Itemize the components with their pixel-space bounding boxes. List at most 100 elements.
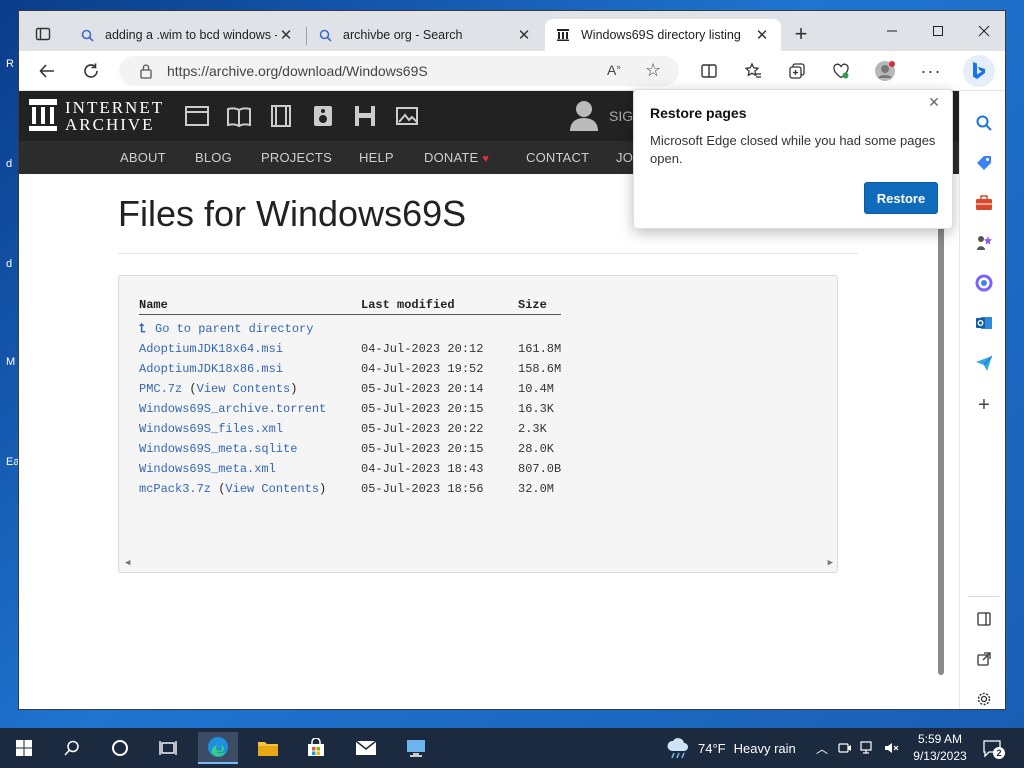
close-tab-icon[interactable]: ✕ xyxy=(515,26,533,44)
nav-help[interactable]: HELP xyxy=(359,150,394,165)
volume-muted-icon[interactable] xyxy=(884,741,900,755)
tab-actions-button[interactable] xyxy=(27,22,59,46)
desktop-icon-label[interactable]: M xyxy=(6,356,15,368)
mail-button[interactable] xyxy=(346,732,386,764)
shopping-tag-icon[interactable] xyxy=(972,151,996,175)
chevron-up-icon[interactable]: ︿ xyxy=(816,740,828,757)
edge-taskbar-button[interactable] xyxy=(198,732,238,764)
minimize-icon xyxy=(887,30,897,32)
file-modified: 05-Jul-2023 20:15 xyxy=(361,442,484,456)
tab-archive-search[interactable]: archivbe org - Search ✕ xyxy=(307,19,543,51)
sidebar-settings-gear-icon[interactable] xyxy=(972,687,996,709)
desktop-icon-label[interactable]: d xyxy=(6,258,12,270)
audio-icon[interactable] xyxy=(311,105,335,127)
read-aloud-icon[interactable]: A» xyxy=(607,62,621,78)
nav-jobs[interactable]: JO xyxy=(616,150,633,165)
collections-button[interactable] xyxy=(783,57,811,85)
weather-widget[interactable]: 74°F Heavy rain xyxy=(666,728,796,768)
send-icon[interactable] xyxy=(972,351,996,375)
nav-projects[interactable]: PROJECTS xyxy=(261,150,332,165)
view-contents-link[interactable]: View Contents xyxy=(225,482,319,496)
file-link[interactable]: AdoptiumJDK18x64.msi xyxy=(139,342,283,356)
settings-more-button[interactable]: ··· xyxy=(917,57,945,85)
column-header-name[interactable]: Name xyxy=(139,298,168,312)
user-icon[interactable] xyxy=(569,99,599,131)
file-link[interactable]: PMC.7z xyxy=(139,382,182,396)
back-button[interactable] xyxy=(33,57,61,85)
rain-cloud-icon xyxy=(667,738,688,759)
address-bar[interactable]: https://archive.org/download/Windows69S … xyxy=(119,56,679,86)
vertical-scrollbar[interactable]: ▼ xyxy=(937,191,945,709)
close-tab-icon[interactable]: ✕ xyxy=(753,26,771,44)
close-tab-icon[interactable]: ✕ xyxy=(277,26,295,44)
notification-center-button[interactable]: 2 xyxy=(982,738,1005,759)
view-contents-link[interactable]: View Contents xyxy=(197,382,291,396)
web-icon[interactable] xyxy=(185,105,209,127)
column-header-modified[interactable]: Last modified xyxy=(361,298,455,312)
sidebar-layout-icon[interactable] xyxy=(972,607,996,631)
split-screen-button[interactable] xyxy=(695,57,723,85)
header-rule xyxy=(139,314,561,315)
ia-wordmark[interactable]: INTERNET ARCHIVE xyxy=(65,99,164,133)
file-link[interactable]: Windows69S_archive.torrent xyxy=(139,402,326,416)
file-link[interactable]: AdoptiumJDK18x86.msi xyxy=(139,362,283,376)
microsoft-365-icon[interactable] xyxy=(972,271,996,295)
parent-directory-link[interactable]: ⮤ Go to parent directory xyxy=(139,322,313,336)
nav-about[interactable]: ABOUT xyxy=(120,150,166,165)
nav-contact[interactable]: CONTACT xyxy=(526,150,589,165)
favorites-button[interactable] xyxy=(739,57,767,85)
games-icon[interactable] xyxy=(972,231,996,255)
nav-blog[interactable]: BLOG xyxy=(195,150,232,165)
file-link[interactable]: Windows69S_files.xml xyxy=(139,422,283,436)
desktop-icon-label[interactable]: d xyxy=(6,158,12,170)
new-tab-button[interactable]: + xyxy=(789,23,813,47)
cortana-button[interactable] xyxy=(100,732,140,764)
texts-icon[interactable] xyxy=(227,105,251,127)
maximize-button[interactable] xyxy=(915,11,961,51)
minimize-button[interactable] xyxy=(869,11,915,51)
store-button[interactable] xyxy=(296,732,336,764)
search-button[interactable] xyxy=(52,732,92,764)
divider xyxy=(118,253,858,254)
remote-desktop-button[interactable] xyxy=(396,732,436,764)
meet-now-icon[interactable] xyxy=(838,741,852,755)
bing-chat-button[interactable] xyxy=(963,55,995,87)
nav-donate[interactable]: DONATE ♥ xyxy=(424,150,489,165)
restore-button[interactable]: Restore xyxy=(864,182,938,214)
profile-button[interactable] xyxy=(871,57,899,85)
network-icon[interactable] xyxy=(860,741,876,755)
file-link[interactable]: mcPack3.7z xyxy=(139,482,211,496)
clock[interactable]: 5:59 AM 9/13/2023 xyxy=(908,731,972,765)
file-link[interactable]: Windows69S_meta.xml xyxy=(139,462,276,476)
file-link[interactable]: Windows69S_meta.sqlite xyxy=(139,442,297,456)
open-external-icon[interactable] xyxy=(972,647,996,671)
close-window-button[interactable] xyxy=(961,11,1005,51)
column-header-size[interactable]: Size xyxy=(518,298,547,312)
outlook-icon[interactable] xyxy=(972,311,996,335)
file-row: Windows69S_files.xml 05-Jul-2023 20:22 2… xyxy=(139,422,819,438)
favorite-star-icon[interactable]: ☆ xyxy=(645,60,661,81)
scrollbar-thumb[interactable] xyxy=(938,191,944,675)
scroll-left-icon[interactable]: ◀ xyxy=(125,558,130,568)
file-size: 10.4M xyxy=(518,382,555,396)
horizontal-scrollbar[interactable]: ◀ ▶ xyxy=(125,558,833,570)
images-icon[interactable] xyxy=(395,105,419,127)
file-row: AdoptiumJDK18x86.msi 04-Jul-2023 19:52 1… xyxy=(139,362,819,378)
task-view-button[interactable] xyxy=(148,732,188,764)
close-dialog-icon[interactable]: ✕ xyxy=(926,94,942,110)
scroll-right-icon[interactable]: ▶ xyxy=(828,558,833,568)
sidebar-search-icon[interactable] xyxy=(972,111,996,135)
tools-briefcase-icon[interactable] xyxy=(972,191,996,215)
browser-essentials-button[interactable] xyxy=(827,57,855,85)
video-icon[interactable] xyxy=(269,105,293,127)
software-icon[interactable] xyxy=(353,105,377,127)
refresh-button[interactable] xyxy=(77,57,105,85)
tab-wim-search[interactable]: adding a .wim to bcd windows - ✕ xyxy=(69,19,305,51)
nav-donate-label: DONATE xyxy=(424,150,479,165)
desktop-icon-label[interactable]: R xyxy=(6,58,14,70)
start-button[interactable] xyxy=(4,732,44,764)
sign-in-link[interactable]: SIG xyxy=(609,108,633,124)
add-sidebar-icon[interactable]: + xyxy=(972,393,996,417)
tab-directory-listing[interactable]: Windows69S directory listing ✕ xyxy=(545,19,781,51)
file-explorer-button[interactable] xyxy=(248,732,288,764)
